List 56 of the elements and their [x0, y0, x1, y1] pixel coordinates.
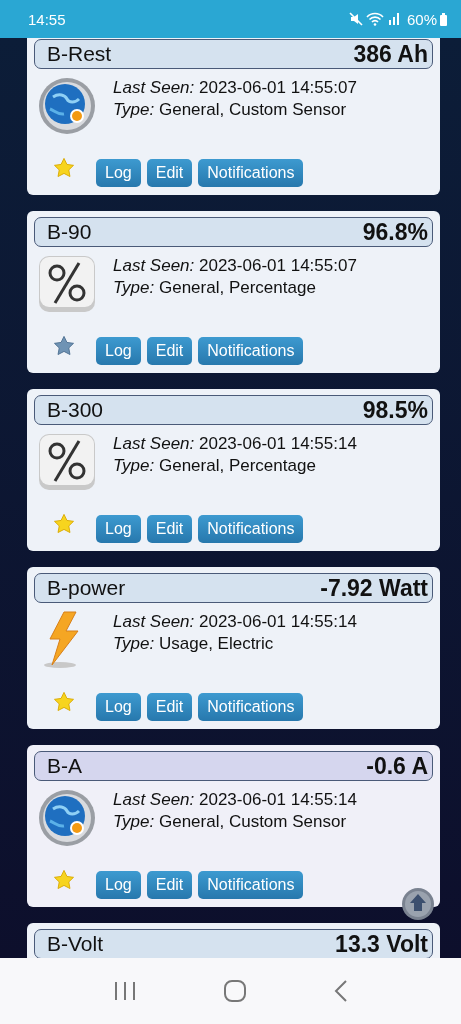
action-button[interactable]: Edit	[146, 515, 193, 543]
sensor-value: 386 Ah	[353, 40, 428, 68]
last-seen-text: Last Seen: 2023-06-01 14:55:07	[113, 77, 357, 99]
wifi-icon	[365, 12, 384, 26]
battery-icon	[440, 12, 447, 26]
sensor-value: 96.8%	[362, 218, 428, 246]
sensor-type-text: Type: General, Custom Sensor	[113, 811, 348, 833]
sensor-type-text: Type: General, Percentage	[113, 455, 317, 477]
sensor-name: B-A	[47, 754, 82, 778]
sensor-name: B-power	[47, 576, 126, 600]
globe-icon	[38, 77, 96, 135]
action-button[interactable]: Edit	[146, 337, 193, 365]
star-icon[interactable]	[53, 335, 75, 357]
last-seen-text: Last Seen: 2023-06-01 14:55:07	[113, 255, 357, 277]
sensor-type-text: Type: General, Custom Sensor	[113, 99, 348, 121]
star-icon[interactable]	[53, 691, 75, 713]
signal-icon	[386, 12, 401, 26]
sensor-type-text: Type: Usage, Electric	[113, 633, 275, 655]
action-button[interactable]: Log	[96, 871, 141, 899]
recent-apps-icon[interactable]	[113, 980, 138, 1002]
action-button[interactable]: Notifications	[198, 693, 304, 721]
action-button[interactable]: Log	[96, 693, 141, 721]
action-button[interactable]: Edit	[146, 693, 193, 721]
last-seen-text: Last Seen: 2023-06-01 14:55:14	[113, 611, 357, 633]
percent-icon	[38, 255, 96, 313]
sensor-name: B-300	[47, 398, 104, 422]
last-seen-text: Last Seen: 2023-06-01 14:55:14	[113, 789, 357, 811]
sensor-name: B-90	[47, 220, 92, 244]
sensor-value: -0.6 A	[366, 752, 428, 780]
action-button[interactable]: Notifications	[198, 337, 304, 365]
action-button[interactable]: Log	[96, 337, 141, 365]
percent-icon	[38, 433, 96, 491]
back-icon[interactable]	[333, 979, 348, 1003]
star-icon[interactable]	[53, 513, 75, 535]
home-icon[interactable]	[223, 979, 248, 1003]
sensor-type-text: Type: General, Percentage	[113, 277, 317, 299]
status-time: 14:55	[28, 10, 66, 28]
action-button[interactable]: Edit	[146, 159, 193, 187]
action-button[interactable]: Notifications	[198, 159, 304, 187]
last-seen-text: Last Seen: 2023-06-01 14:55:14	[113, 433, 357, 455]
battery-level: 60%	[406, 10, 437, 28]
mute-icon	[348, 12, 363, 26]
action-button[interactable]: Log	[96, 515, 141, 543]
star-icon[interactable]	[53, 157, 75, 179]
star-icon[interactable]	[53, 869, 75, 891]
action-button[interactable]: Notifications	[198, 871, 304, 899]
scroll-top-icon[interactable]	[402, 888, 434, 920]
action-button[interactable]: Notifications	[198, 515, 304, 543]
sensor-value: 13.3 Volt	[335, 930, 428, 958]
action-button[interactable]: Log	[96, 159, 141, 187]
sensor-value: -7.92 Watt	[320, 574, 428, 602]
sensor-name: B-Rest	[47, 42, 112, 66]
action-button[interactable]: Edit	[146, 871, 193, 899]
sensor-name: B-Volt	[47, 932, 104, 956]
sensor-value: 98.5%	[362, 396, 428, 424]
globe-icon	[38, 789, 96, 847]
